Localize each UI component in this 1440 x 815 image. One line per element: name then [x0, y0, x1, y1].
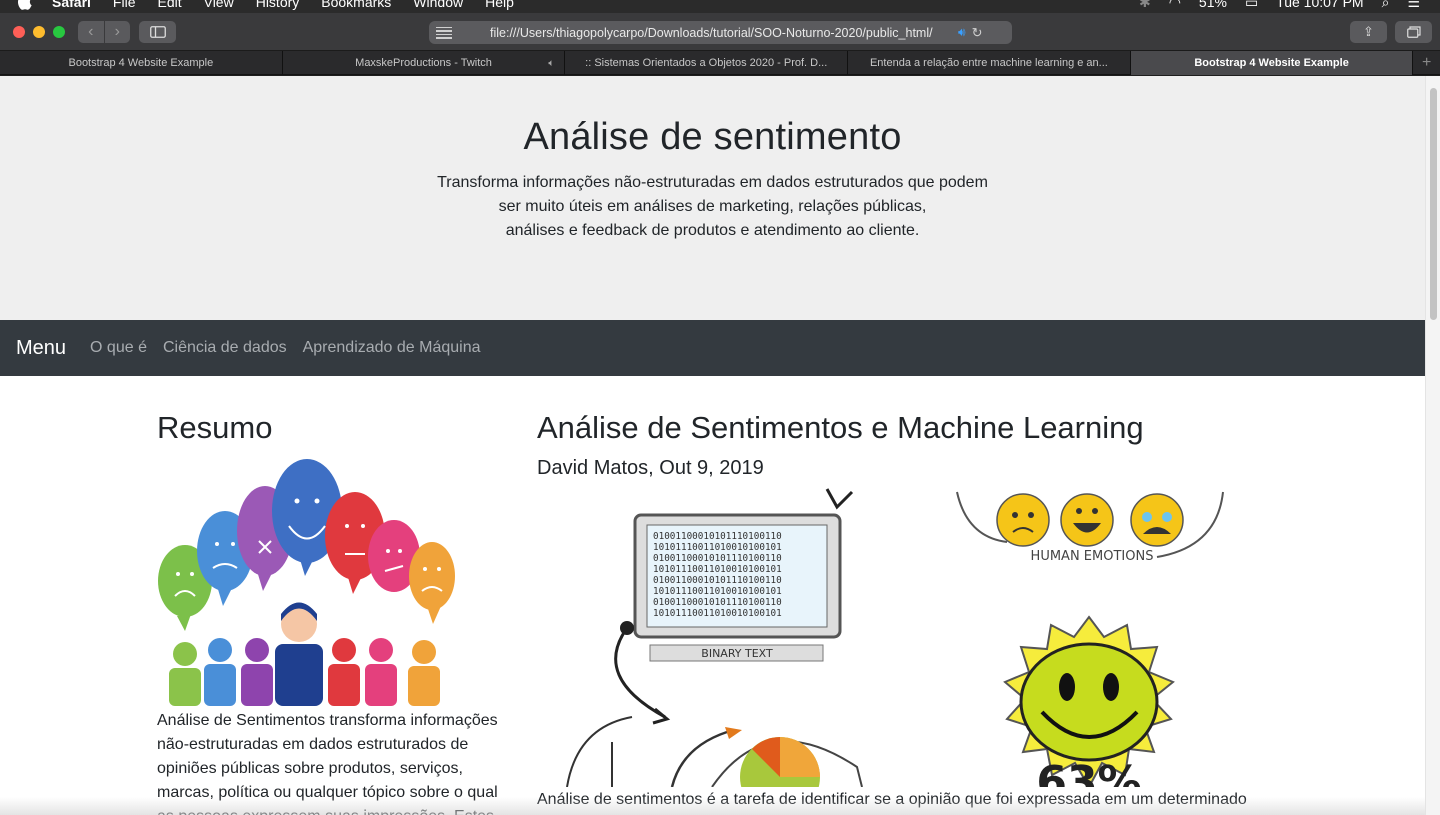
- tab-label: Bootstrap 4 Website Example: [1194, 57, 1349, 69]
- sentiment-faces-image: [157, 456, 457, 706]
- battery-percent[interactable]: 51%: [1199, 0, 1227, 10]
- menu-view[interactable]: View: [204, 0, 234, 10]
- menu-history[interactable]: History: [256, 0, 300, 10]
- percent-label: 63%: [1036, 757, 1141, 787]
- reader-view-icon[interactable]: [436, 26, 452, 39]
- navbar-brand[interactable]: Menu: [16, 337, 66, 360]
- sentiment-ml-illustration: 01001100010101110100110 1010111001101001…: [537, 487, 1277, 787]
- article-column: Análise de Sentimentos e Machine Learnin…: [537, 376, 1277, 812]
- bottom-shadow: [0, 797, 1425, 815]
- page-title: Análise de sentimento: [523, 116, 902, 158]
- nav-link-o-que-e[interactable]: O que é: [90, 339, 147, 357]
- new-tab-button[interactable]: +: [1413, 51, 1440, 74]
- nav-link-ciencia-de-dados[interactable]: Ciência de dados: [163, 339, 287, 357]
- bluetooth-icon[interactable]: ✱: [1139, 0, 1151, 11]
- forward-button[interactable]: ›: [103, 21, 131, 43]
- menu-edit[interactable]: Edit: [157, 0, 181, 10]
- spotlight-icon[interactable]: ⌕: [1382, 0, 1390, 11]
- url-text[interactable]: file:///Users/thiagopolycarpo/Downloads/…: [490, 26, 950, 40]
- share-icon: ⇪: [1363, 24, 1374, 39]
- macos-menubar: Safari File Edit View History Bookmarks …: [0, 0, 1440, 13]
- site-navbar: Menu O que é Ciência de dados Aprendizad…: [0, 320, 1425, 376]
- tab-label: :: Sistemas Orientados a Objetos 2020 - …: [585, 57, 828, 69]
- tab-label: MaxskeProductions - Twitch: [355, 57, 492, 69]
- nav-link-aprendizado[interactable]: Aprendizado de Máquina: [303, 339, 481, 357]
- back-button[interactable]: ‹: [78, 21, 104, 43]
- tab-bootstrap-example-1[interactable]: Bootstrap 4 Website Example: [0, 51, 283, 75]
- sidebar-heading: Resumo: [157, 410, 273, 445]
- audio-playing-icon[interactable]: 🔊︎: [958, 25, 966, 40]
- binary-line-8: 10101110011010010100101: [653, 608, 782, 619]
- clock[interactable]: Tue 10:07 PM: [1276, 0, 1363, 10]
- binary-line-5: 01001100010101110100110: [653, 575, 782, 586]
- sidebar-column: Resumo Análise de Sentimentos transforma…: [157, 376, 517, 815]
- tab-machine-learning[interactable]: Entenda a relação entre machine learning…: [848, 51, 1131, 75]
- wifi-icon[interactable]: ◠: [1169, 0, 1181, 11]
- page-viewport: Análise de sentimento Transforma informa…: [0, 76, 1440, 815]
- binary-line-6: 10101110011010010100101: [653, 586, 782, 597]
- menu-file[interactable]: File: [113, 0, 136, 10]
- binary-line-4: 10101110011010010100101: [653, 564, 782, 575]
- close-window-button[interactable]: [13, 26, 25, 38]
- share-button[interactable]: ⇪: [1350, 21, 1387, 43]
- binary-line-1: 01001100010101110100110: [653, 531, 782, 542]
- plus-icon: +: [1422, 53, 1432, 71]
- tab-bootstrap-example-active[interactable]: Bootstrap 4 Website Example: [1130, 51, 1414, 75]
- address-bar[interactable]: file:///Users/thiagopolycarpo/Downloads/…: [429, 21, 1012, 44]
- reload-icon[interactable]: ↻: [972, 25, 983, 41]
- tab-label: Entenda a relação entre machine learning…: [869, 57, 1108, 69]
- article-title: Análise de Sentimentos e Machine Learnin…: [537, 410, 1144, 445]
- tab-label: Bootstrap 4 Website Example: [68, 57, 214, 69]
- jumbotron-line-2: ser muito úteis em análises de marketing…: [498, 198, 927, 215]
- binary-line-2: 10101110011010010100101: [653, 542, 782, 553]
- menu-app-name[interactable]: Safari: [52, 0, 91, 10]
- zoom-window-button[interactable]: [53, 26, 65, 38]
- sidebar-icon: [149, 26, 166, 38]
- tab-sistemas-orientados[interactable]: :: Sistemas Orientados a Objetos 2020 - …: [565, 51, 849, 75]
- binary-text-label: BINARY TEXT: [701, 647, 773, 660]
- article-byline: David Matos, Out 9, 2019: [537, 457, 764, 479]
- tabs-overview-icon: [1406, 26, 1421, 38]
- binary-line-7: 01001100010101110100110: [653, 597, 782, 608]
- browser-toolbar: ‹ › file:///Users/thiagopolycarpo/Downlo…: [0, 13, 1440, 51]
- chevron-left-icon: ‹: [88, 23, 94, 40]
- chevron-right-icon: ›: [114, 23, 120, 40]
- tab-twitch[interactable]: MaxskeProductions - Twitch 🔈︎: [283, 51, 566, 75]
- apple-icon[interactable]: [18, 0, 34, 10]
- control-center-icon[interactable]: ☰: [1407, 0, 1420, 11]
- tab-bar: Bootstrap 4 Website Example MaxskeProduc…: [0, 51, 1440, 75]
- jumbotron-text: Transforma informações não-estruturadas …: [0, 171, 1425, 243]
- battery-icon[interactable]: ▭: [1245, 0, 1258, 11]
- speaker-icon[interactable]: 🔈︎: [548, 58, 554, 69]
- sidebar-toggle-button[interactable]: [139, 21, 176, 43]
- show-tabs-button[interactable]: [1395, 21, 1432, 43]
- history-nav: ‹ ›: [78, 21, 130, 43]
- menu-help[interactable]: Help: [485, 0, 514, 10]
- binary-line-3: 01001100010101110100110: [653, 553, 782, 564]
- scrollbar-thumb[interactable]: [1430, 88, 1437, 320]
- menu-bookmarks[interactable]: Bookmarks: [321, 0, 391, 10]
- page-scrollbar[interactable]: [1425, 76, 1440, 815]
- jumbotron-line-3: análises e feedback de produtos e atendi…: [505, 222, 920, 239]
- minimize-window-button[interactable]: [33, 26, 45, 38]
- jumbotron: Análise de sentimento Transforma informa…: [0, 76, 1425, 320]
- jumbotron-line-1: Transforma informações não-estruturadas …: [437, 174, 988, 191]
- human-emotions-label: HUMAN EMOTIONS: [1031, 549, 1154, 564]
- menu-window[interactable]: Window: [413, 0, 463, 10]
